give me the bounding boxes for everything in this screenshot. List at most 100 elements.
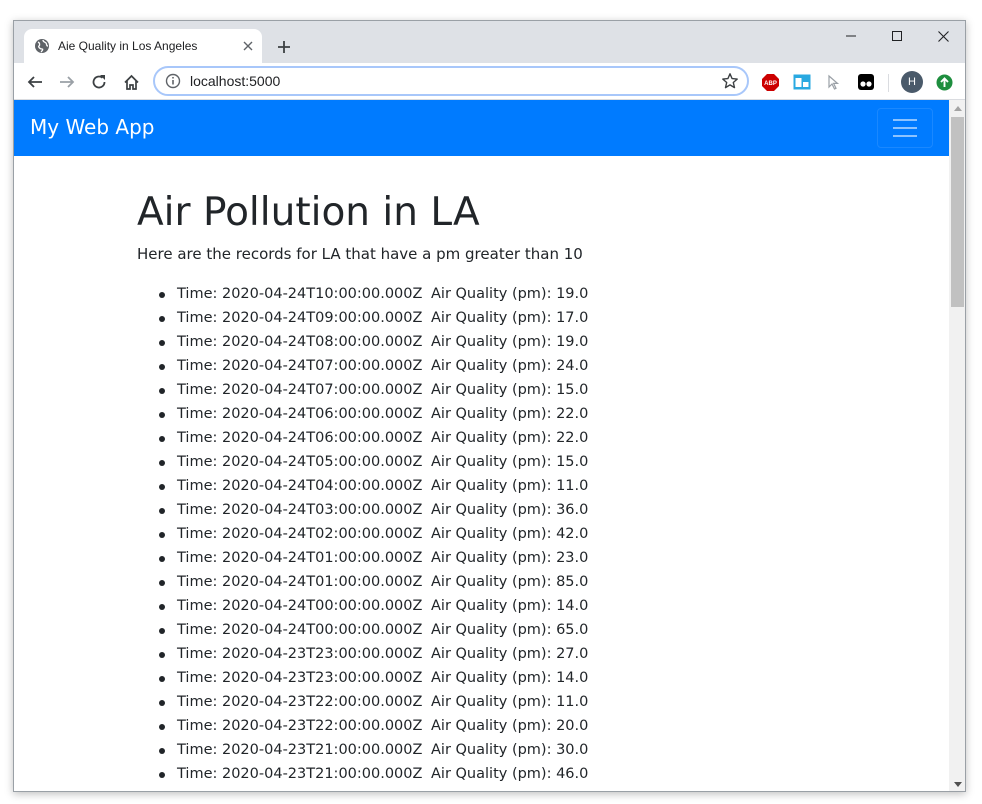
- list-item: Time: 2020-04-24T06:00:00.000Z Air Qualit…: [159, 402, 837, 426]
- record-time: Time: 2020-04-24T09:00:00.000Z: [177, 310, 423, 327]
- tab-strip: Aie Quality in Los Angeles: [14, 21, 965, 63]
- list-item: Time: 2020-04-24T01:00:00.000Z Air Qualit…: [159, 546, 837, 570]
- new-tab-button[interactable]: [272, 35, 296, 59]
- record-time: Time: 2020-04-24T01:00:00.000Z: [177, 574, 423, 591]
- vertical-scrollbar[interactable]: [949, 100, 965, 791]
- tab-title: Aie Quality in Los Angeles: [58, 39, 198, 53]
- list-item: Time: 2020-04-24T09:00:00.000Z Air Qualit…: [159, 306, 837, 330]
- record-time: Time: 2020-04-24T07:00:00.000Z: [177, 358, 423, 375]
- list-item: Time: 2020-04-24T10:00:00.000Z Air Qualit…: [159, 282, 837, 306]
- scroll-down-icon[interactable]: [949, 776, 965, 791]
- main-content: Air Pollution in LA Here are the records…: [137, 190, 837, 786]
- record-air-quality: Air Quality (pm): 14.0: [431, 598, 589, 615]
- list-item: Time: 2020-04-24T08:00:00.000Z Air Qualit…: [159, 330, 837, 354]
- reload-icon: [92, 75, 106, 89]
- list-item: Time: 2020-04-24T00:00:00.000Z Air Qualit…: [159, 594, 837, 618]
- toolbar-separator: [888, 74, 889, 92]
- maximize-icon: [892, 31, 902, 41]
- hamburger-icon-bar: [893, 127, 917, 129]
- list-item: Time: 2020-04-24T07:00:00.000Z Air Qualit…: [159, 354, 837, 378]
- record-time: Time: 2020-04-24T05:00:00.000Z: [177, 454, 423, 471]
- records-list: Time: 2020-04-24T10:00:00.000Z Air Qualit…: [137, 282, 837, 786]
- tab-extension-icon[interactable]: [792, 72, 812, 92]
- record-air-quality: Air Quality (pm): 19.0: [431, 286, 589, 303]
- record-air-quality: Air Quality (pm): 19.0: [431, 334, 589, 351]
- maximize-button[interactable]: [874, 21, 920, 51]
- browser-toolbar: localhost:5000 ABP H: [14, 63, 965, 100]
- plus-icon: [278, 41, 290, 53]
- list-item: Time: 2020-04-24T01:00:00.000Z Air Qualit…: [159, 570, 837, 594]
- record-time: Time: 2020-04-24T01:00:00.000Z: [177, 550, 423, 567]
- list-item: Time: 2020-04-24T07:00:00.000Z Air Qualit…: [159, 378, 837, 402]
- page-description: Here are the records for LA that have a …: [137, 244, 583, 263]
- list-item: Time: 2020-04-23T21:00:00.000Z Air Qualit…: [159, 738, 837, 762]
- record-time: Time: 2020-04-24T06:00:00.000Z: [177, 430, 423, 447]
- reload-button[interactable]: [85, 68, 113, 96]
- scroll-up-icon[interactable]: [949, 100, 965, 117]
- record-air-quality: Air Quality (pm): 22.0: [431, 430, 589, 447]
- list-item: Time: 2020-04-23T22:00:00.000Z Air Qualit…: [159, 690, 837, 714]
- update-arrow-icon[interactable]: [934, 72, 954, 92]
- list-item: Time: 2020-04-24T05:00:00.000Z Air Qualit…: [159, 450, 837, 474]
- record-air-quality: Air Quality (pm): 17.0: [431, 310, 589, 327]
- list-item: Time: 2020-04-24T00:00:00.000Z Air Qualit…: [159, 618, 837, 642]
- record-air-quality: Air Quality (pm): 24.0: [431, 358, 589, 375]
- home-icon: [123, 74, 139, 90]
- record-time: Time: 2020-04-24T00:00:00.000Z: [177, 622, 423, 639]
- profile-avatar[interactable]: H: [900, 70, 924, 94]
- star-icon[interactable]: [721, 72, 739, 90]
- forward-button[interactable]: [53, 68, 81, 96]
- list-item: Time: 2020-04-23T23:00:00.000Z Air Qualit…: [159, 666, 837, 690]
- record-air-quality: Air Quality (pm): 85.0: [431, 574, 589, 591]
- list-item: Time: 2020-04-24T06:00:00.000Z Air Qualit…: [159, 426, 837, 450]
- minimize-button[interactable]: [828, 21, 874, 51]
- browser-window: Aie Quality in Los Angeles localhost:500…: [13, 20, 966, 792]
- hamburger-icon-bar: [893, 135, 917, 137]
- svg-text:ABP: ABP: [764, 81, 777, 87]
- record-time: Time: 2020-04-24T06:00:00.000Z: [177, 406, 423, 423]
- navbar-toggler-button[interactable]: [877, 108, 933, 148]
- record-air-quality: Air Quality (pm): 14.0: [431, 670, 589, 687]
- record-air-quality: Air Quality (pm): 65.0: [431, 622, 589, 639]
- record-air-quality: Air Quality (pm): 23.0: [431, 550, 589, 567]
- tampermonkey-icon[interactable]: [856, 72, 876, 92]
- navbar: My Web App: [14, 100, 949, 156]
- navbar-brand[interactable]: My Web App: [30, 115, 154, 139]
- record-time: Time: 2020-04-23T22:00:00.000Z: [177, 718, 423, 735]
- record-time: Time: 2020-04-24T07:00:00.000Z: [177, 382, 423, 399]
- address-bar[interactable]: localhost:5000: [153, 66, 749, 96]
- info-icon[interactable]: [165, 73, 181, 89]
- arrow-left-icon: [27, 76, 42, 88]
- list-item: Time: 2020-04-23T23:00:00.000Z Air Qualit…: [159, 642, 837, 666]
- record-time: Time: 2020-04-24T08:00:00.000Z: [177, 334, 423, 351]
- record-air-quality: Air Quality (pm): 11.0: [431, 694, 589, 711]
- back-button[interactable]: [21, 68, 49, 96]
- home-button[interactable]: [117, 68, 145, 96]
- record-time: Time: 2020-04-24T04:00:00.000Z: [177, 478, 423, 495]
- profile-initial: H: [908, 76, 916, 88]
- record-time: Time: 2020-04-24T10:00:00.000Z: [177, 286, 423, 303]
- window-close-button[interactable]: [920, 21, 965, 51]
- scrollbar-thumb[interactable]: [951, 117, 964, 307]
- record-time: Time: 2020-04-24T00:00:00.000Z: [177, 598, 423, 615]
- browser-tab[interactable]: Aie Quality in Los Angeles: [24, 29, 262, 63]
- page-title: Air Pollution in LA: [137, 190, 480, 235]
- record-air-quality: Air Quality (pm): 27.0: [431, 646, 589, 663]
- record-air-quality: Air Quality (pm): 22.0: [431, 406, 589, 423]
- close-icon[interactable]: [236, 34, 260, 58]
- record-air-quality: Air Quality (pm): 42.0: [431, 526, 589, 543]
- record-time: Time: 2020-04-24T02:00:00.000Z: [177, 526, 423, 543]
- record-air-quality: Air Quality (pm): 15.0: [431, 382, 589, 399]
- adblock-icon[interactable]: ABP: [760, 72, 780, 92]
- record-air-quality: Air Quality (pm): 36.0: [431, 502, 589, 519]
- record-time: Time: 2020-04-23T21:00:00.000Z: [177, 766, 423, 783]
- list-item: Time: 2020-04-23T22:00:00.000Z Air Qualit…: [159, 714, 837, 738]
- cursor-extension-icon[interactable]: [824, 72, 844, 92]
- record-air-quality: Air Quality (pm): 15.0: [431, 454, 589, 471]
- record-time: Time: 2020-04-23T23:00:00.000Z: [177, 670, 423, 687]
- hamburger-icon-bar: [893, 119, 917, 121]
- list-item: Time: 2020-04-23T21:00:00.000Z Air Qualit…: [159, 762, 837, 786]
- url-text[interactable]: localhost:5000: [190, 73, 721, 89]
- window-close-icon: [937, 30, 949, 42]
- record-time: Time: 2020-04-23T23:00:00.000Z: [177, 646, 423, 663]
